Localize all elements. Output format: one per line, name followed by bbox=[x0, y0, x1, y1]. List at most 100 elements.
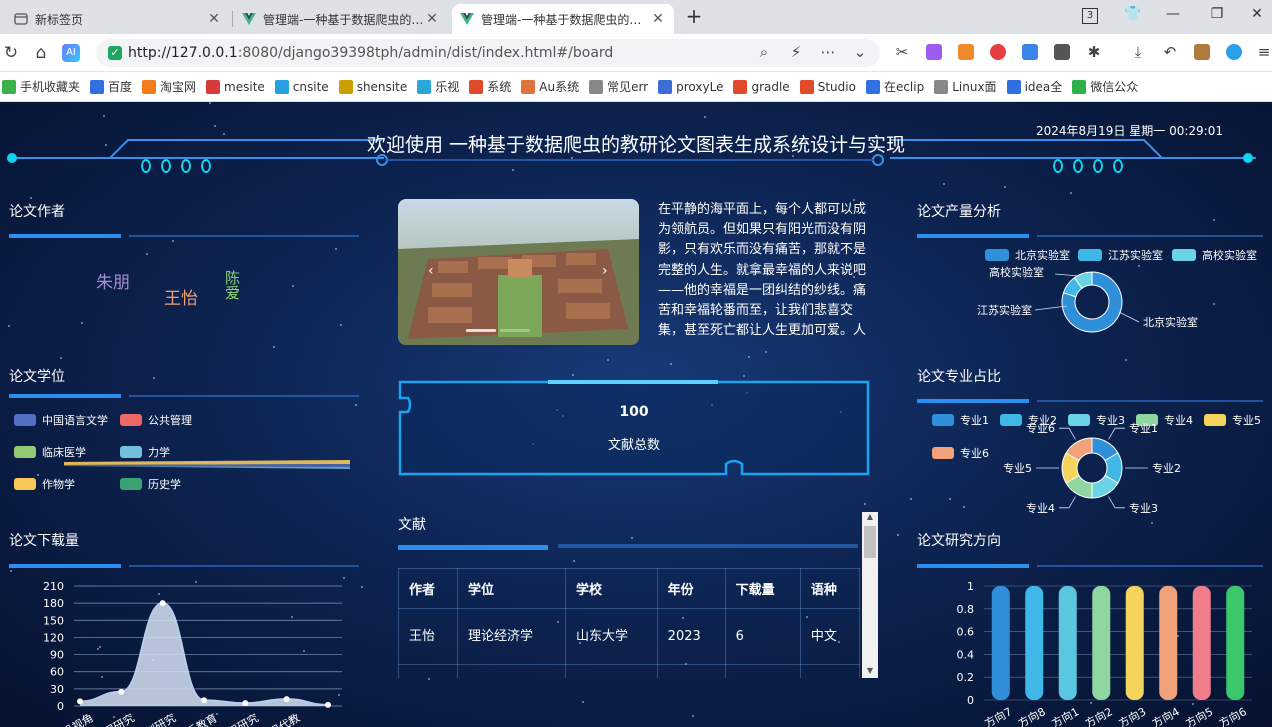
legend-item[interactable]: 作物学 bbox=[14, 476, 75, 492]
bookmark-label: 百度 bbox=[108, 80, 133, 94]
translate-extension-icon[interactable] bbox=[926, 44, 942, 60]
bar[interactable] bbox=[1192, 586, 1211, 700]
shirt-icon[interactable]: 👕 bbox=[1120, 6, 1146, 22]
mail-extension-icon[interactable] bbox=[1022, 44, 1038, 60]
bar[interactable] bbox=[1159, 586, 1178, 700]
tab-new-tab[interactable]: 新标签页 ✕ bbox=[6, 4, 230, 34]
bookmark-item[interactable]: shensite bbox=[338, 79, 408, 94]
x-tick-label: 方向4 bbox=[1149, 704, 1181, 727]
undo-icon[interactable]: ↶ bbox=[1160, 42, 1180, 62]
wallet-extension-icon[interactable] bbox=[1194, 44, 1210, 60]
close-window-icon[interactable]: ✕ bbox=[1244, 6, 1270, 22]
star bbox=[214, 125, 216, 127]
zoom-search-icon[interactable]: ⌕ bbox=[754, 42, 774, 62]
bar[interactable] bbox=[1058, 586, 1077, 700]
shield-extension-icon[interactable] bbox=[1054, 44, 1070, 60]
menu-icon[interactable]: ≡ bbox=[1254, 42, 1272, 62]
bookmark-item[interactable]: 手机收藏夹 bbox=[2, 78, 80, 95]
bookmark-favicon-icon bbox=[589, 79, 604, 94]
home-icon[interactable]: ⌂ bbox=[30, 42, 52, 64]
star bbox=[81, 322, 83, 324]
bookmark-item[interactable]: mesite bbox=[206, 79, 265, 94]
game-extension-icon[interactable] bbox=[958, 44, 974, 60]
bookmark-item[interactable]: 在eclip bbox=[865, 78, 924, 95]
legend-item[interactable]: 公共管理 bbox=[120, 412, 192, 428]
window-count-badge[interactable]: 3 bbox=[1082, 8, 1098, 24]
bookmark-item[interactable]: 乐视 bbox=[417, 78, 459, 95]
table-cell: 太原科技 bbox=[565, 664, 658, 678]
close-icon[interactable]: ✕ bbox=[206, 11, 222, 27]
scroll-thumb[interactable] bbox=[864, 526, 876, 558]
data-point[interactable] bbox=[201, 697, 207, 704]
bar[interactable] bbox=[1226, 586, 1245, 700]
bookmark-item[interactable]: 常见err bbox=[589, 78, 648, 95]
bar[interactable] bbox=[991, 586, 1010, 700]
bar[interactable] bbox=[1025, 586, 1044, 700]
chevron-down-icon[interactable]: ⌄ bbox=[850, 42, 870, 62]
legend-item[interactable]: 中国语言文学 bbox=[14, 412, 108, 428]
campus-banner-carousel[interactable]: ‹ › bbox=[398, 199, 639, 345]
bookmark-favicon-icon bbox=[2, 79, 16, 94]
legend-item[interactable]: 历史学 bbox=[120, 476, 181, 492]
bookmark-item[interactable]: gradle bbox=[733, 79, 790, 94]
reload-icon[interactable]: ↻ bbox=[0, 42, 22, 64]
bookmark-label: idea全 bbox=[1024, 80, 1063, 94]
bar[interactable] bbox=[1125, 586, 1144, 700]
table-cell bbox=[398, 664, 459, 678]
major-panel-title: 论文专业占比 bbox=[917, 369, 1001, 385]
data-point[interactable] bbox=[325, 701, 331, 708]
bookmark-item[interactable]: proxyLe bbox=[658, 79, 723, 94]
scissors-icon[interactable]: ✂ bbox=[892, 42, 912, 62]
extensions-puzzle-icon[interactable]: ✱ bbox=[1084, 42, 1104, 62]
url-host: http://127.0.0.1 bbox=[128, 45, 238, 61]
bookmark-favicon-icon bbox=[338, 79, 353, 94]
close-icon[interactable]: ✕ bbox=[650, 11, 666, 27]
bar[interactable] bbox=[1092, 586, 1111, 700]
x-tick-label: 应用研究 bbox=[216, 710, 261, 727]
bookmark-item[interactable]: Studio bbox=[799, 79, 856, 94]
maximize-icon[interactable]: ❐ bbox=[1204, 6, 1230, 22]
minimize-icon[interactable]: — bbox=[1160, 6, 1186, 22]
star bbox=[153, 377, 155, 379]
table-row[interactable]: 王怡 理论经济学 山东大学 2023 6 中文 bbox=[398, 608, 860, 665]
download-icon[interactable]: ⤓ bbox=[1128, 42, 1148, 62]
tab-admin-2[interactable]: 管理端-一种基于数据爬虫的教研论文图表生成系统设计与实现 ✕ bbox=[452, 4, 674, 34]
more-icon[interactable]: ⋯ bbox=[818, 42, 838, 62]
scroll-down-icon[interactable]: ▼ bbox=[862, 666, 878, 678]
table-scrollbar[interactable]: ▲ ▼ bbox=[862, 512, 878, 678]
table-cell: 理论经济学 bbox=[457, 608, 566, 665]
data-point[interactable] bbox=[77, 698, 83, 705]
bookmark-item[interactable]: idea全 bbox=[1006, 78, 1063, 95]
secure-shield-icon: ✓ bbox=[108, 46, 122, 60]
new-tab-button[interactable]: + bbox=[684, 6, 704, 26]
data-point[interactable] bbox=[159, 600, 166, 607]
tab-title: 管理端-一种基于数据爬虫的教研论文图表生成系统设计与实现 bbox=[263, 12, 424, 27]
bookmark-favicon-icon bbox=[206, 79, 221, 94]
bookmark-item[interactable]: cnsite bbox=[274, 79, 329, 94]
bookmark-item[interactable]: Linux面 bbox=[934, 78, 997, 95]
data-point[interactable] bbox=[283, 696, 290, 703]
table-row[interactable]: 理论经济太原科技 bbox=[398, 664, 860, 678]
x-tick-label: 方向1 bbox=[1049, 704, 1081, 727]
label-leader-line bbox=[1108, 427, 1125, 440]
scroll-up-icon[interactable]: ▲ bbox=[862, 512, 878, 524]
bookmark-label: shensite bbox=[356, 79, 408, 94]
browser-sync-icon[interactable] bbox=[1226, 44, 1242, 60]
bookmark-label: mesite bbox=[224, 79, 265, 94]
data-point[interactable] bbox=[242, 700, 249, 707]
bookmark-item[interactable]: 微信公众 bbox=[1072, 78, 1138, 95]
bookmark-item[interactable]: Au系统 bbox=[521, 78, 579, 95]
slice-label: 专业3 bbox=[1129, 501, 1158, 515]
bookmark-item[interactable]: 百度 bbox=[90, 78, 132, 95]
ai-assistant-icon[interactable]: AI bbox=[62, 44, 80, 62]
tab-admin-1[interactable]: 管理端-一种基于数据爬虫的教研论文图表生成系统设计与实现 ✕ bbox=[234, 4, 448, 34]
weibo-extension-icon[interactable] bbox=[990, 44, 1006, 60]
label-leader-line bbox=[1118, 311, 1140, 323]
bookmark-item[interactable]: 淘宝网 bbox=[142, 78, 196, 95]
star bbox=[273, 346, 275, 348]
star bbox=[60, 357, 62, 359]
bookmark-item[interactable]: 系统 bbox=[469, 78, 511, 95]
close-icon[interactable]: ✕ bbox=[424, 11, 440, 27]
lightning-icon[interactable]: ⚡ bbox=[786, 42, 806, 62]
data-point[interactable] bbox=[118, 688, 125, 695]
